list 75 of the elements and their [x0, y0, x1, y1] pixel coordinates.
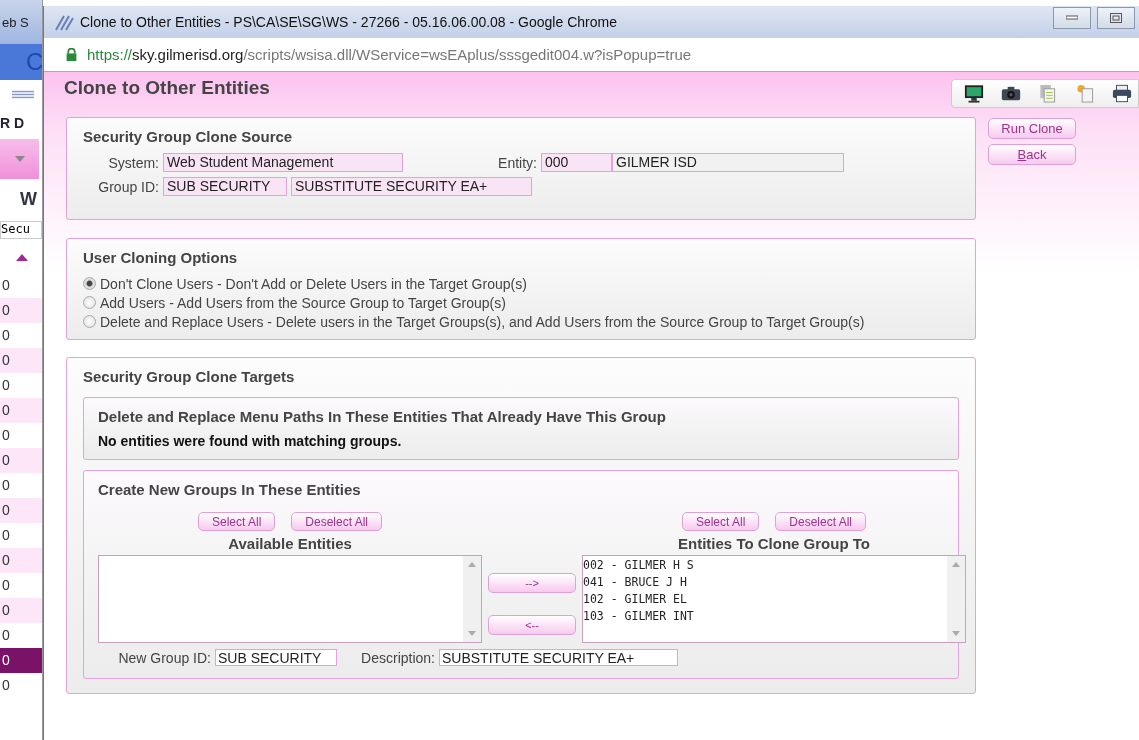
list-item[interactable]: 041 - BRUCE J H	[583, 574, 947, 591]
entity-listbox[interactable]: 002 - GILMER H S 041 - BRUCE J H 102 - GILMER EL 103 - GILMER INT	[582, 555, 966, 643]
background-field[interactable]: Secu	[0, 221, 42, 239]
minimize-icon	[1066, 13, 1078, 23]
monitor-icon[interactable]	[964, 84, 984, 103]
scroll-down-icon[interactable]	[468, 631, 476, 636]
field-label: System:	[107, 154, 159, 171]
printer-icon[interactable]	[1112, 84, 1132, 103]
field-label: Group ID:	[97, 178, 159, 195]
action-button[interactable]: Run Clone	[988, 118, 1076, 139]
caret-icon	[14, 156, 25, 162]
documents-icon[interactable]	[1038, 84, 1058, 103]
field-label: Description:	[360, 649, 435, 666]
list-heading: Available Entities	[228, 535, 352, 552]
scrollbar[interactable]	[463, 556, 481, 642]
maximize-icon	[1110, 13, 1122, 23]
list-heading: Entities To Clone Group To	[678, 535, 870, 552]
select-all-button[interactable]: Select All	[681, 512, 760, 531]
camera-icon[interactable]	[1001, 84, 1021, 103]
entity-listbox[interactable]	[98, 555, 482, 643]
panel-title: Security Group Clone Source	[83, 128, 294, 145]
background-row[interactable]: 0	[0, 348, 42, 373]
background-row[interactable]: 0	[0, 398, 42, 423]
action-button[interactable]: Back	[988, 144, 1076, 165]
deselect-all-button[interactable]: Deselect All	[291, 512, 383, 531]
field-label: Entity:	[497, 154, 537, 171]
background-link[interactable]: W	[20, 189, 40, 217]
select-all-button[interactable]: Select All	[197, 512, 276, 531]
radio-label[interactable]: Delete and Replace Users - Delete users in the Target Groups(s), and Add Users from the Source Group to Target Group(s)	[100, 313, 865, 330]
radio-button[interactable]	[83, 315, 96, 328]
menu-icon[interactable]	[12, 90, 34, 99]
move-right-button[interactable]: -->	[488, 573, 576, 593]
new-document-icon[interactable]	[1075, 84, 1095, 103]
background-row[interactable]: 0	[0, 448, 42, 473]
radio-label[interactable]: Add Users - Add Users from the Source Group to Target Group(s)	[100, 294, 506, 311]
scroll-down-icon[interactable]	[952, 631, 960, 636]
system-field: Web Student Management	[163, 153, 403, 172]
move-left-button[interactable]: <--	[488, 615, 576, 635]
list-item[interactable]: 102 - GILMER EL	[583, 591, 947, 608]
panel-title: User Cloning Options	[83, 249, 239, 266]
background-row[interactable]: 0	[0, 498, 42, 523]
minimize-button[interactable]	[1053, 7, 1091, 29]
background-dropdown[interactable]	[0, 139, 39, 179]
scroll-up-icon[interactable]	[468, 562, 476, 567]
background-row[interactable]: 0	[0, 548, 42, 573]
sort-up-icon[interactable]	[16, 254, 28, 261]
new-group-id-field[interactable]: SUB SECURITY	[215, 649, 337, 666]
empty-message: No entities were found with matching groups.	[98, 433, 403, 449]
deselect-all-button[interactable]: Deselect All	[775, 512, 867, 531]
list-item[interactable]: 002 - GILMER H S	[583, 557, 947, 574]
entity-code-field: 000	[541, 153, 612, 172]
address-url[interactable]: https://sky.gilmerisd.org/scripts/wsisa.dll/WService=wsEAplus/sssgedit004.w?isPopup=true	[87, 46, 692, 63]
list-item[interactable]: 103 - GILMER INT	[583, 608, 947, 625]
group-id-field: SUB SECURITY	[163, 177, 287, 196]
lock-icon	[66, 48, 77, 61]
radio-label[interactable]: Don't Clone Users - Don't Add or Delete Users in the Target Group(s)	[100, 275, 527, 292]
entity-name-field: GILMER ISD	[612, 153, 844, 172]
maximize-button[interactable]	[1097, 7, 1135, 29]
page-title: Clone to Other Entities	[64, 77, 270, 99]
window-title: Clone to Other Entities - PS\CA\SE\SG\WS - 27266 - 05.16.06.00.08 - Google Chrome	[80, 14, 617, 30]
panel-title: Delete and Replace Menu Paths In These Entities That Already Have This Group	[98, 408, 667, 425]
radio-button[interactable]	[83, 296, 96, 309]
group-description-field: SUBSTITUTE SECURITY EA+	[291, 177, 532, 196]
background-heading: R D	[0, 115, 26, 131]
background-row[interactable]: 0	[0, 598, 42, 623]
background-window-title: eb S	[1, 14, 29, 30]
background-row[interactable]: 0	[0, 298, 42, 323]
field-label: New Group ID:	[117, 649, 211, 666]
scroll-up-icon[interactable]	[952, 562, 960, 567]
scrollbar[interactable]	[947, 556, 965, 642]
panel-title: Security Group Clone Targets	[83, 368, 296, 385]
description-field[interactable]: SUBSTITUTE SECURITY EA+	[439, 649, 678, 666]
panel-title: Create New Groups In These Entities	[98, 481, 362, 498]
background-row[interactable]: 0	[0, 648, 42, 673]
radio-button[interactable]	[83, 277, 96, 290]
